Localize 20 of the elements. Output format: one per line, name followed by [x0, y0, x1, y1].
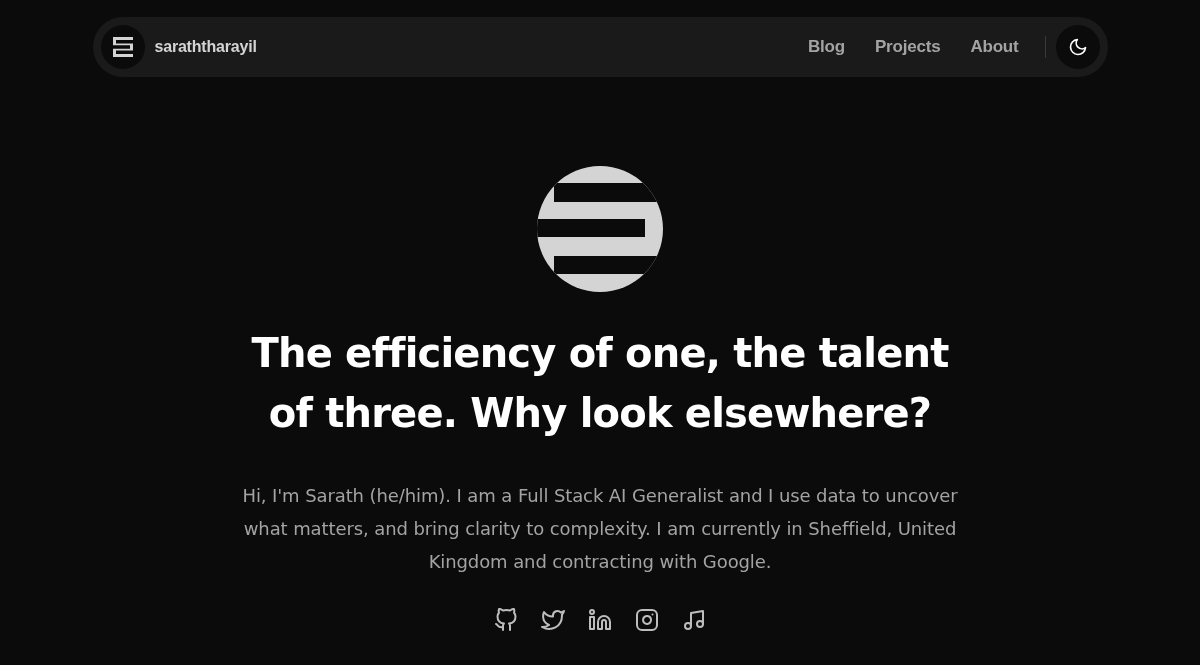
nav-link[interactable]: About: [970, 34, 1019, 60]
nav-link[interactable]: Projects: [874, 34, 941, 60]
github-link[interactable]: [494, 608, 518, 632]
site-name-link[interactable]: saraththarayil: [154, 35, 257, 59]
headline: The efficiency of one, the talent of three. Why look elsewhere?: [250, 329, 950, 438]
github-icon: [494, 608, 518, 632]
music-note-link[interactable]: [682, 608, 706, 632]
nav-link[interactable]: Blog: [807, 34, 845, 60]
twitter-bird-link[interactable]: [541, 608, 565, 632]
linkedin-icon: [588, 608, 612, 632]
home-logo-button[interactable]: [100, 25, 145, 69]
linkedin-link[interactable]: [588, 608, 612, 632]
logo-icon: [112, 37, 133, 57]
instagram-icon: [635, 608, 659, 632]
intro-paragraph: Hi, I'm Sarath (he/him). I am a Full Stack AI Generalist and I use data to uncover what matters, and bring clarity to complexity. I am currently in Sheffield, United Kingdom and contracting with Google.: [241, 484, 959, 574]
theme-toggle-button[interactable]: [1055, 25, 1100, 69]
twitter-bird-icon: [541, 608, 565, 632]
music-note-icon: [682, 608, 706, 632]
instagram-link[interactable]: [635, 608, 659, 632]
moon-icon: [1067, 37, 1088, 57]
